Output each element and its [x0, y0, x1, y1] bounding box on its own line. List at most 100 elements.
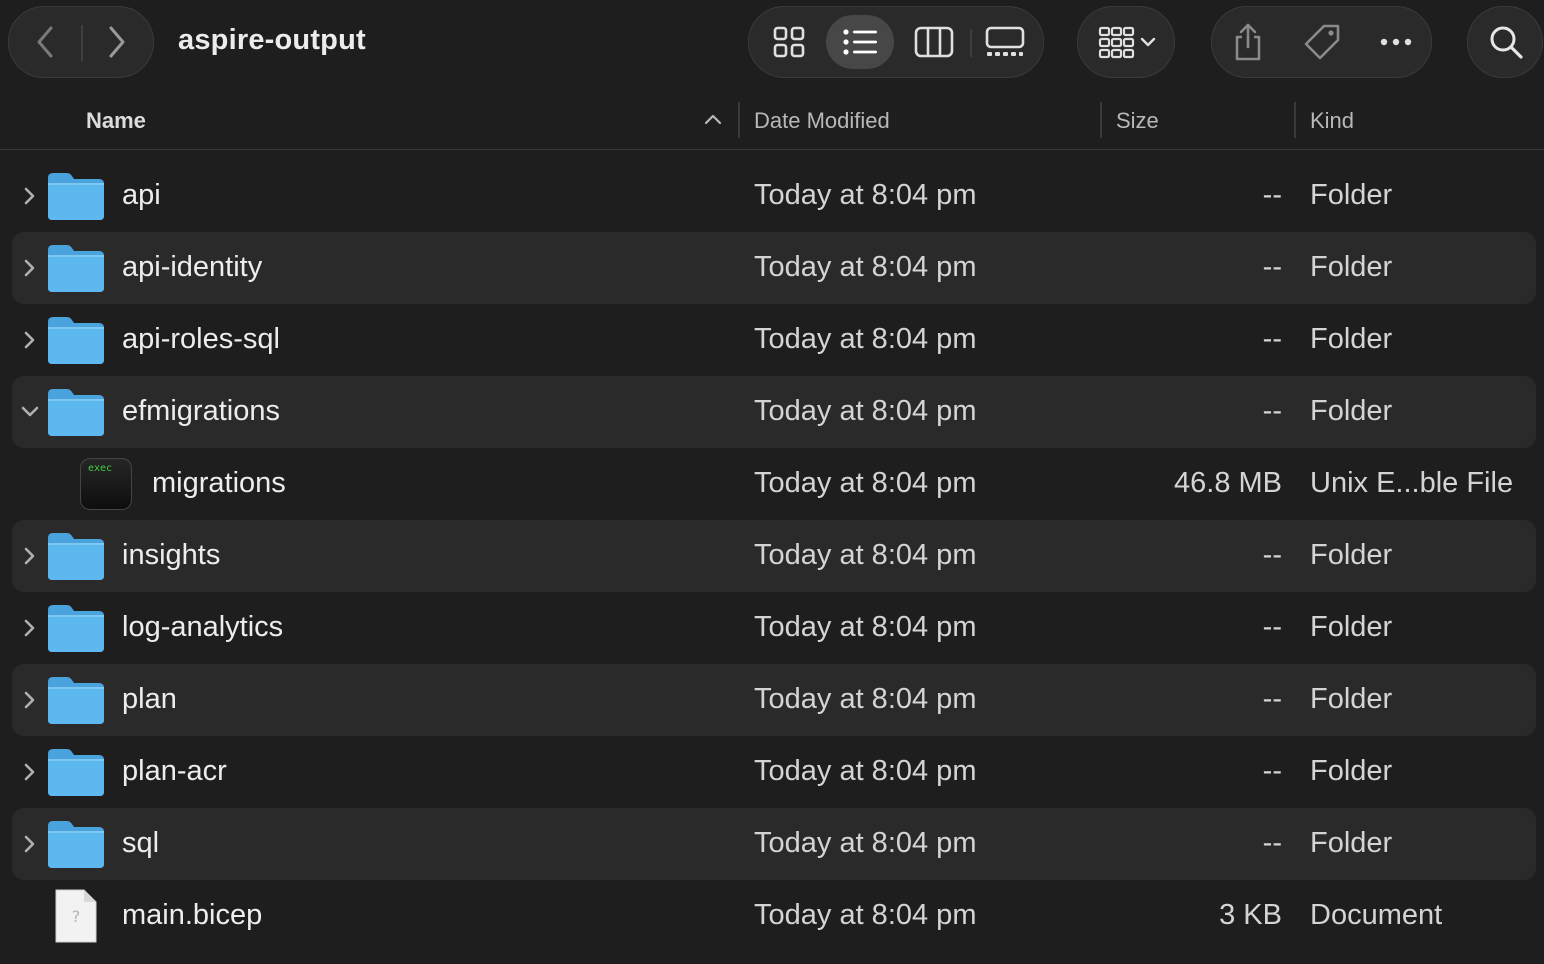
- icon-view-button[interactable]: [755, 15, 823, 69]
- file-size: --: [1262, 611, 1282, 643]
- tag-icon: [1304, 24, 1340, 60]
- disclosure-triangle[interactable]: [16, 830, 44, 858]
- share-button[interactable]: [1216, 7, 1280, 77]
- column-header-bar: Name Date Modified Size Kind: [0, 86, 1544, 150]
- disclosure-triangle[interactable]: [16, 326, 44, 354]
- file-kind: Folder: [1310, 323, 1393, 355]
- tag-button[interactable]: [1290, 7, 1354, 77]
- date-modified: Today at 8:04 pm: [754, 395, 977, 427]
- table-row[interactable]: log-analytics Today at 8:04 pm -- Folder: [0, 592, 1544, 664]
- disclosure-triangle[interactable]: [16, 542, 44, 570]
- grid-icon: [773, 26, 805, 58]
- table-row[interactable]: api Today at 8:04 pm -- Folder: [0, 160, 1544, 232]
- file-size: 3 KB: [1219, 899, 1282, 931]
- table-row[interactable]: ? main.bicep Today at 8:04 pm 3 KB Document: [0, 880, 1544, 952]
- table-row[interactable]: sql Today at 8:04 pm -- Folder: [0, 808, 1544, 880]
- file-size: --: [1262, 395, 1282, 427]
- disclosure-right-icon: [24, 331, 35, 349]
- disclosure-triangle[interactable]: [16, 686, 44, 714]
- folder-icon: [48, 821, 104, 868]
- file-kind: Folder: [1310, 179, 1393, 211]
- table-row[interactable]: api-identity Today at 8:04 pm -- Folder: [0, 232, 1544, 304]
- chevron-down-icon: [1140, 37, 1156, 47]
- file-kind: Unix E...ble File: [1310, 467, 1514, 499]
- file-kind: Folder: [1310, 611, 1393, 643]
- gallery-view-button[interactable]: [971, 15, 1039, 69]
- file-size: --: [1262, 827, 1282, 859]
- table-row[interactable]: exec migrations Today at 8:04 pm 46.8 MB Uni…: [0, 448, 1544, 520]
- column-divider[interactable]: [738, 102, 740, 138]
- file-name: api-roles-sql: [122, 323, 280, 355]
- date-modified: Today at 8:04 pm: [754, 899, 977, 931]
- date-modified: Today at 8:04 pm: [754, 251, 977, 283]
- file-name: insights: [122, 539, 221, 571]
- file-name: efmigrations: [122, 395, 280, 427]
- file-kind: Folder: [1310, 539, 1393, 571]
- folder-icon: [48, 389, 104, 436]
- disclosure-down-icon: [21, 406, 39, 417]
- column-view-button[interactable]: [900, 15, 968, 69]
- file-size: 46.8 MB: [1174, 467, 1282, 499]
- file-kind: Folder: [1310, 755, 1393, 787]
- file-kind: Folder: [1310, 251, 1393, 283]
- disclosure-triangle[interactable]: [16, 254, 44, 282]
- table-row[interactable]: plan Today at 8:04 pm -- Folder: [0, 664, 1544, 736]
- back-button[interactable]: [9, 7, 81, 77]
- disclosure-right-icon: [24, 259, 35, 277]
- table-row[interactable]: insights Today at 8:04 pm -- Folder: [0, 520, 1544, 592]
- date-modified: Today at 8:04 pm: [754, 467, 977, 499]
- column-divider[interactable]: [1294, 102, 1296, 138]
- actions-group: [1211, 6, 1432, 78]
- table-row[interactable]: efmigrations Today at 8:04 pm -- Folder: [0, 376, 1544, 448]
- date-modified: Today at 8:04 pm: [754, 179, 977, 211]
- file-kind: Folder: [1310, 395, 1393, 427]
- disclosure-right-icon: [24, 547, 35, 565]
- file-name: plan-acr: [122, 755, 227, 787]
- file-name: sql: [122, 827, 160, 859]
- group-by-button[interactable]: [1077, 6, 1175, 78]
- folder-icon: [48, 317, 104, 364]
- terminal-executable-icon: exec: [80, 458, 132, 510]
- folder-icon: [48, 173, 104, 220]
- window-title: aspire-output: [178, 24, 366, 56]
- group-grid-icon: [1098, 26, 1135, 59]
- folder-icon: [48, 245, 104, 292]
- file-size: --: [1262, 179, 1282, 211]
- file-name: log-analytics: [122, 611, 284, 643]
- column-header-kind[interactable]: Kind: [1310, 108, 1354, 134]
- column-header-name[interactable]: Name: [86, 108, 146, 134]
- file-size: --: [1262, 251, 1282, 283]
- file-list: api Today at 8:04 pm -- Folder api-identity T…: [0, 160, 1544, 952]
- more-button[interactable]: [1364, 7, 1428, 77]
- disclosure-triangle[interactable]: [16, 182, 44, 210]
- file-size: --: [1262, 539, 1282, 571]
- toolbar: aspire-output: [0, 0, 1544, 86]
- column-divider[interactable]: [1100, 102, 1102, 138]
- column-header-size[interactable]: Size: [1116, 108, 1159, 134]
- document-icon: ?: [55, 889, 97, 943]
- gallery-icon: [985, 26, 1025, 56]
- disclosure-right-icon: [24, 619, 35, 637]
- search-button[interactable]: [1467, 6, 1543, 78]
- view-mode-group: [748, 6, 1044, 78]
- list-view-button[interactable]: [826, 15, 894, 69]
- disclosure-triangle[interactable]: [16, 614, 44, 642]
- date-modified: Today at 8:04 pm: [754, 827, 977, 859]
- disclosure-triangle[interactable]: [16, 398, 44, 426]
- table-row[interactable]: api-roles-sql Today at 8:04 pm -- Folder: [0, 304, 1544, 376]
- file-kind: Document: [1310, 899, 1443, 931]
- disclosure-right-icon: [24, 691, 35, 709]
- sort-ascending-icon[interactable]: [703, 112, 723, 126]
- table-row[interactable]: plan-acr Today at 8:04 pm -- Folder: [0, 736, 1544, 808]
- file-name: migrations: [152, 467, 286, 499]
- forward-button[interactable]: [81, 7, 153, 77]
- date-modified: Today at 8:04 pm: [754, 755, 977, 787]
- svg-text:?: ?: [72, 907, 81, 926]
- disclosure-triangle[interactable]: [16, 758, 44, 786]
- file-name: api-identity: [122, 251, 263, 283]
- folder-icon: [48, 533, 104, 580]
- column-header-date[interactable]: Date Modified: [754, 108, 890, 134]
- columns-icon: [914, 26, 954, 58]
- search-icon: [1490, 26, 1523, 59]
- date-modified: Today at 8:04 pm: [754, 611, 977, 643]
